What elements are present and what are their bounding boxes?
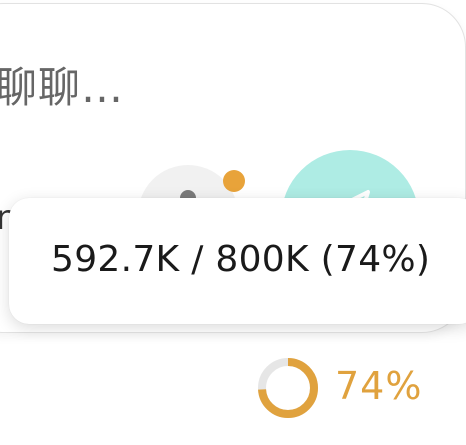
usage-tooltip-text: 592.7K / 800K (74%) <box>51 239 431 280</box>
usage-indicator[interactable]: 74% <box>255 355 425 418</box>
app-stage: 聊聊… n 592.7K / 800K (74%) 74% <box>0 0 466 445</box>
usage-ring-icon <box>258 358 318 418</box>
usage-tooltip: 592.7K / 800K (74%) <box>9 198 466 324</box>
usage-percent-label: 74% <box>335 364 423 408</box>
notification-dot <box>223 170 245 192</box>
composer-placeholder[interactable]: 聊聊… <box>0 58 124 118</box>
